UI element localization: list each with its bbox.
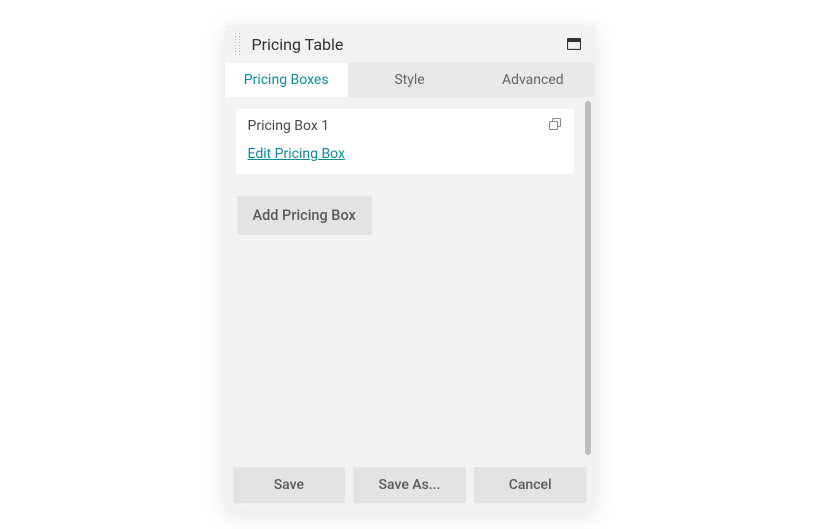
window-icon[interactable] <box>567 38 581 50</box>
tabs-bar: Pricing Boxes Style Advanced <box>225 63 595 97</box>
pricing-box-header: Pricing Box 1 <box>236 109 574 139</box>
drag-handle[interactable] <box>235 33 240 55</box>
pricing-table-panel: Pricing Table Pricing Boxes Style Advanc… <box>225 25 595 511</box>
pricing-box-item: Pricing Box 1 Edit Pricing Box <box>236 109 574 174</box>
content-wrapper: Pricing Box 1 Edit Pricing Box Add Prici… <box>225 97 595 459</box>
save-as-button[interactable]: Save As... <box>353 467 466 503</box>
cancel-button[interactable]: Cancel <box>474 467 587 503</box>
content-area: Pricing Box 1 Edit Pricing Box Add Prici… <box>225 97 585 459</box>
pricing-box-title: Pricing Box 1 <box>248 118 548 134</box>
copy-icon[interactable] <box>548 117 562 135</box>
tab-style[interactable]: Style <box>348 63 471 97</box>
scrollbar[interactable] <box>585 101 591 455</box>
footer: Save Save As... Cancel <box>225 459 595 511</box>
tab-pricing-boxes[interactable]: Pricing Boxes <box>225 63 348 97</box>
panel-header: Pricing Table <box>225 25 595 63</box>
pricing-box-body: Edit Pricing Box <box>236 139 574 174</box>
edit-pricing-box-link[interactable]: Edit Pricing Box <box>248 146 345 162</box>
tab-advanced[interactable]: Advanced <box>471 63 594 97</box>
add-pricing-box-button[interactable]: Add Pricing Box <box>237 196 372 235</box>
panel-title: Pricing Table <box>252 35 567 54</box>
save-button[interactable]: Save <box>233 467 346 503</box>
